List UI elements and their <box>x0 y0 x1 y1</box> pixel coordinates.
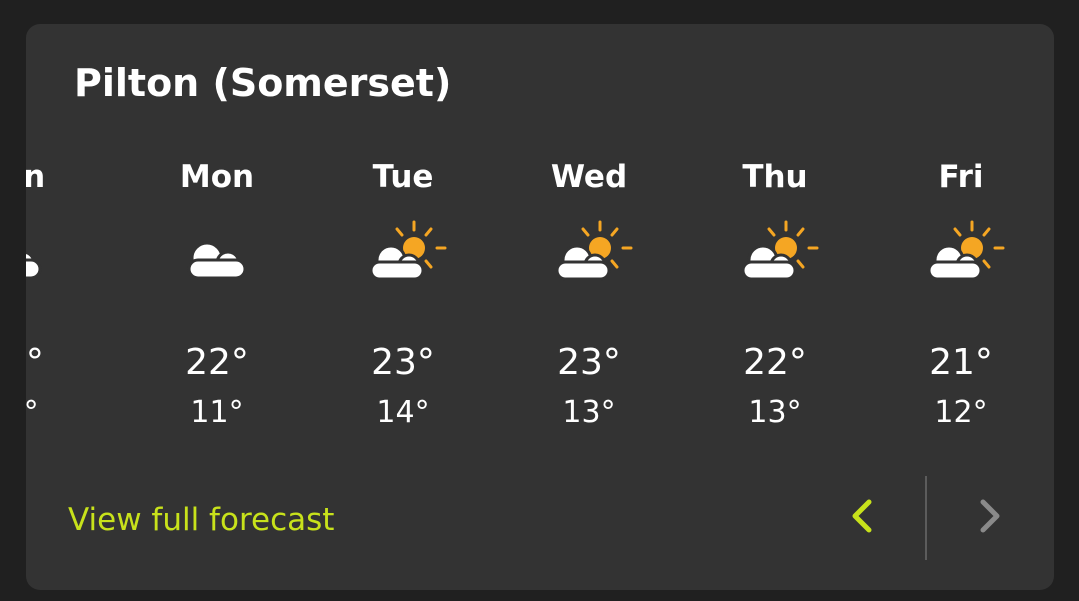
day-name: Mon <box>179 159 255 195</box>
temp-low: 12° <box>934 395 988 430</box>
temp-low: 13° <box>562 395 616 430</box>
cloud-icon <box>26 250 42 280</box>
temp-low: 14° <box>376 395 430 430</box>
day-name: Fri <box>938 159 984 195</box>
forecast-day-wed[interactable]: Wed 23° 13° <box>499 158 679 430</box>
forecast-day-sun[interactable]: Sun 22° 12° <box>26 158 102 430</box>
day-name: Tue <box>372 159 434 195</box>
sun-cloud-icon <box>369 220 447 281</box>
next-button[interactable] <box>960 486 1020 546</box>
temp-high: 22° <box>26 342 44 383</box>
sun-cloud-icon <box>555 220 633 281</box>
forecast-day-thu[interactable]: Thu 22° 13° <box>685 158 865 430</box>
temp-high: 22° <box>185 342 249 383</box>
temp-high: 23° <box>557 342 621 383</box>
temp-low: 11° <box>190 395 244 430</box>
forecast-day-tue[interactable]: Tue 23° 14° <box>313 158 493 430</box>
day-name: Sun <box>26 159 46 195</box>
chevron-left-icon <box>852 499 872 533</box>
day-name: Wed <box>550 159 628 195</box>
nav-divider <box>925 476 927 560</box>
temp-high: 23° <box>371 342 435 383</box>
temp-low: 13° <box>748 395 802 430</box>
temp-low: 12° <box>26 395 39 430</box>
temp-high: 21° <box>929 342 993 383</box>
sun-cloud-icon <box>927 220 1005 281</box>
forecast-day-mon[interactable]: Mon 22° 11° <box>127 158 307 430</box>
view-full-forecast-link[interactable]: View full forecast <box>68 500 334 540</box>
forecast-day-fri[interactable]: Fri 21° 12° <box>871 158 1051 430</box>
forecast-card: Pilton (Somerset) Sun 22° 12° Mon 22° 11… <box>26 24 1054 590</box>
temp-high: 22° <box>743 342 807 383</box>
cloud-icon <box>187 241 247 280</box>
sun-cloud-icon <box>741 220 819 281</box>
chevron-right-icon <box>980 499 1000 533</box>
prev-button[interactable] <box>832 486 892 546</box>
day-name: Thu <box>742 159 808 195</box>
location-title: Pilton (Somerset) <box>74 61 452 105</box>
